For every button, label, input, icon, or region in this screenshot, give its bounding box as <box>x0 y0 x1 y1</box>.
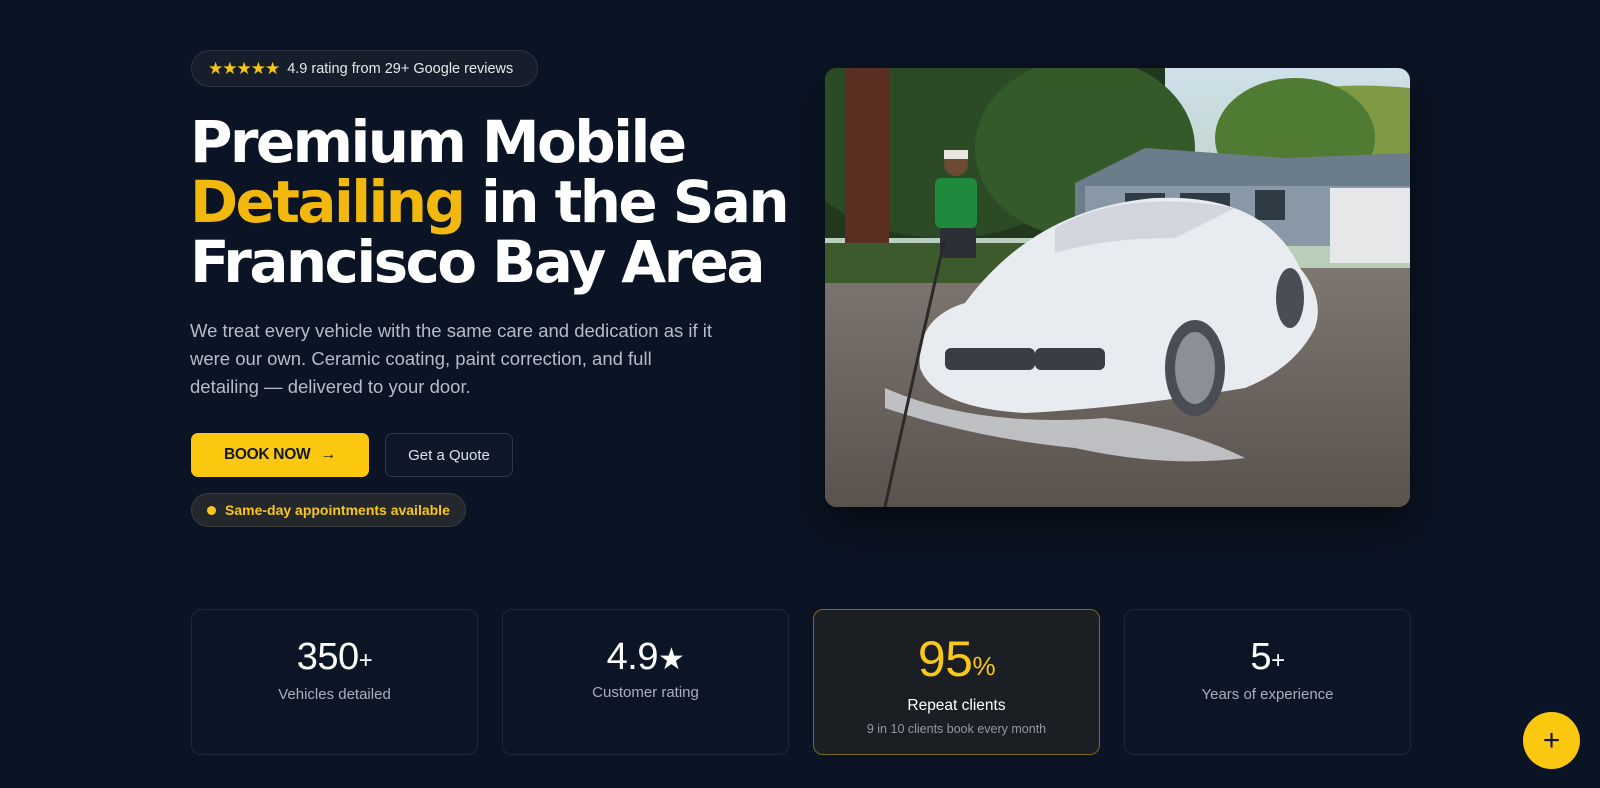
book-now-button[interactable]: BOOK NOW → <box>191 433 369 477</box>
stat-card-experience: 5+ Years of experience <box>1124 609 1411 755</box>
arrow-right-icon: → <box>320 446 336 463</box>
headline-line-3: Francisco Bay Area <box>190 228 765 296</box>
headline-line-2: in the San <box>463 168 790 236</box>
star-rating-icon: ★★★★★ <box>208 59 280 78</box>
status-dot-icon <box>207 505 216 515</box>
hero-page: ★★★★★ 4.9 rating from 29+ Google reviews… <box>0 0 1600 788</box>
foam-car-wash-illustration <box>825 68 1410 507</box>
stat-label: Customer rating <box>592 684 699 701</box>
star-icon: ★ <box>657 643 685 676</box>
book-now-label: BOOK NOW <box>224 446 311 463</box>
hero-photo <box>825 68 1410 507</box>
stat-value: 5+ <box>1250 636 1285 678</box>
stat-card-repeat-clients: 95% Repeat clients 9 in 10 clients book … <box>813 609 1100 755</box>
stat-value: 95% <box>917 631 996 687</box>
rating-badge: ★★★★★ 4.9 rating from 29+ Google reviews <box>191 50 538 87</box>
headline-line-1: Premium Mobile <box>190 108 687 176</box>
stat-label: Repeat clients <box>907 697 1006 714</box>
hero-description: We treat every vehicle with the same car… <box>190 320 713 397</box>
floating-action-button[interactable]: + <box>1523 712 1580 769</box>
plus-icon: + <box>1542 723 1561 757</box>
stat-card-rating: 4.9★ Customer rating <box>502 609 789 755</box>
stat-label: Vehicles detailed <box>278 686 391 703</box>
get-quote-button[interactable]: Get a Quote <box>385 433 513 477</box>
rating-text: 4.9 rating from 29+ Google reviews <box>287 60 514 77</box>
stat-card-vehicles: 350+ Vehicles detailed <box>191 609 478 755</box>
stat-label: Years of experience <box>1201 686 1334 703</box>
headline-accent: Detailing <box>190 168 466 236</box>
stat-value: 350+ <box>296 636 373 678</box>
hero-headline: Premium Mobile Detailing in the San Fran… <box>190 112 790 292</box>
stat-value: 4.9★ <box>606 636 685 678</box>
stat-sublabel: 9 in 10 clients book every month <box>866 722 1047 736</box>
same-day-badge: Same-day appointments available <box>191 493 466 527</box>
same-day-text: Same-day appointments available <box>225 502 450 518</box>
